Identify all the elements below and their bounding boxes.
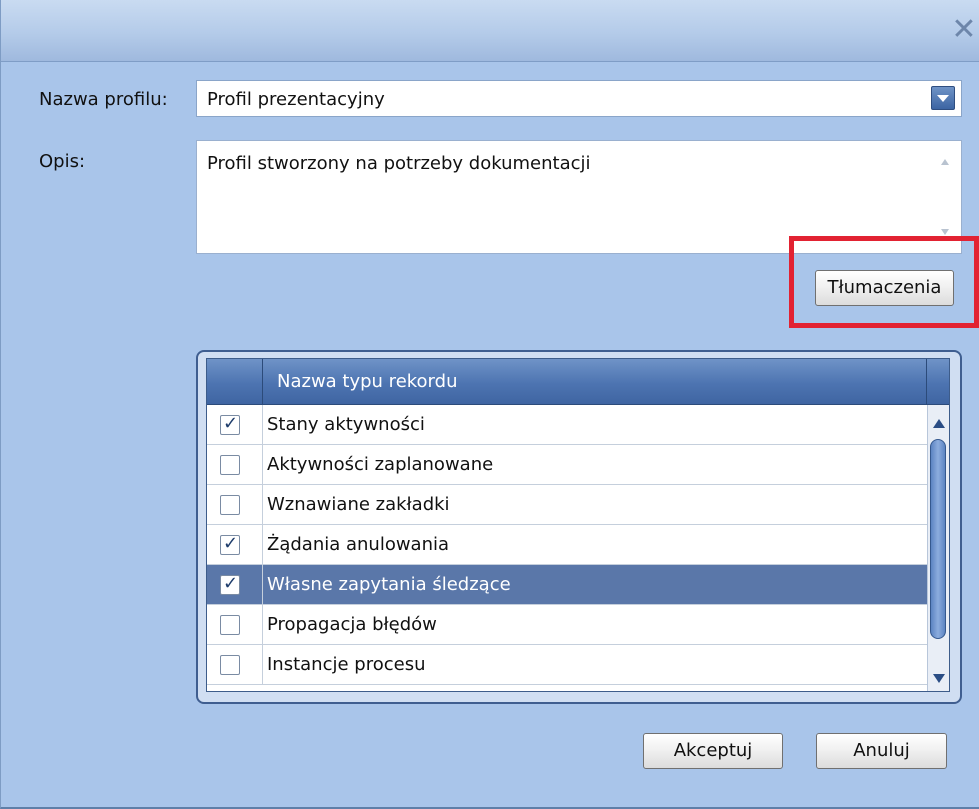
close-icon[interactable]: ✕	[950, 14, 978, 46]
description-label: Opis:	[39, 151, 86, 172]
row-checkbox[interactable]	[220, 655, 240, 675]
title-bar: ✕	[1, 0, 979, 62]
accept-button[interactable]: Akceptuj	[643, 733, 783, 769]
scroll-up-icon[interactable]	[941, 159, 949, 165]
profile-name-combobox[interactable]: Profil prezentacyjny	[196, 80, 962, 117]
profile-name-label: Nazwa profilu:	[39, 89, 168, 110]
row-label: Instancje procesu	[267, 654, 426, 675]
grid-scrollbar[interactable]	[927, 405, 949, 691]
row-label: Własne zapytania śledzące	[267, 574, 511, 595]
row-checkbox[interactable]	[220, 495, 240, 515]
table-row[interactable]: ✓ Stany aktywności	[207, 405, 927, 445]
row-label: Propagacja błędów	[267, 614, 437, 635]
cell-divider	[262, 605, 263, 645]
cell-divider	[262, 565, 263, 605]
scroll-up-icon[interactable]	[933, 419, 945, 428]
table-row[interactable]: ✓ Żądania anulowania	[207, 525, 927, 565]
profile-name-value: Profil prezentacyjny	[207, 89, 385, 110]
description-value: Profil stworzony na potrzeby dokumentacj…	[207, 153, 591, 174]
table-row[interactable]: ✓ Własne zapytania śledzące	[207, 565, 927, 605]
checkmark-icon: ✓	[223, 413, 239, 434]
grid-header: Nazwa typu rekordu	[207, 359, 949, 405]
table-row[interactable]: Instancje procesu	[207, 645, 927, 685]
cell-divider	[262, 405, 263, 445]
scroll-thumb[interactable]	[930, 439, 946, 639]
table-row[interactable]: Aktywności zaplanowane	[207, 445, 927, 485]
chevron-down-icon[interactable]	[931, 86, 955, 110]
cell-divider	[262, 485, 263, 525]
row-label: Stany aktywności	[267, 414, 425, 435]
highlight-box	[789, 236, 979, 328]
header-end-cell	[926, 359, 949, 404]
record-types-grid: Nazwa typu rekordu ✓ Stany aktywności Akty…	[206, 358, 950, 692]
row-label: Aktywności zaplanowane	[267, 454, 494, 475]
scroll-down-icon[interactable]	[933, 674, 945, 683]
table-row[interactable]: Propagacja błędów	[207, 605, 927, 645]
row-checkbox[interactable]: ✓	[220, 533, 240, 555]
header-checkbox-column	[207, 359, 263, 404]
cell-divider	[262, 525, 263, 565]
column-header-record-type[interactable]: Nazwa typu rekordu	[277, 371, 457, 392]
row-label: Wznawiane zakładki	[267, 494, 450, 515]
row-checkbox[interactable]	[220, 455, 240, 475]
row-label: Żądania anulowania	[267, 534, 450, 555]
row-checkbox[interactable]	[220, 615, 240, 635]
cell-divider	[262, 645, 263, 685]
profile-dialog: ✕ Nazwa profilu: Profil prezentacyjny Op…	[0, 0, 979, 809]
row-checkbox[interactable]: ✓	[220, 573, 240, 595]
cancel-button[interactable]: Anuluj	[816, 733, 947, 769]
cell-divider	[262, 445, 263, 485]
scroll-down-icon[interactable]	[941, 229, 949, 235]
table-row[interactable]: Wznawiane zakładki	[207, 485, 927, 525]
checkmark-icon: ✓	[223, 573, 239, 594]
row-checkbox[interactable]: ✓	[220, 413, 240, 435]
checkmark-icon: ✓	[223, 533, 239, 554]
